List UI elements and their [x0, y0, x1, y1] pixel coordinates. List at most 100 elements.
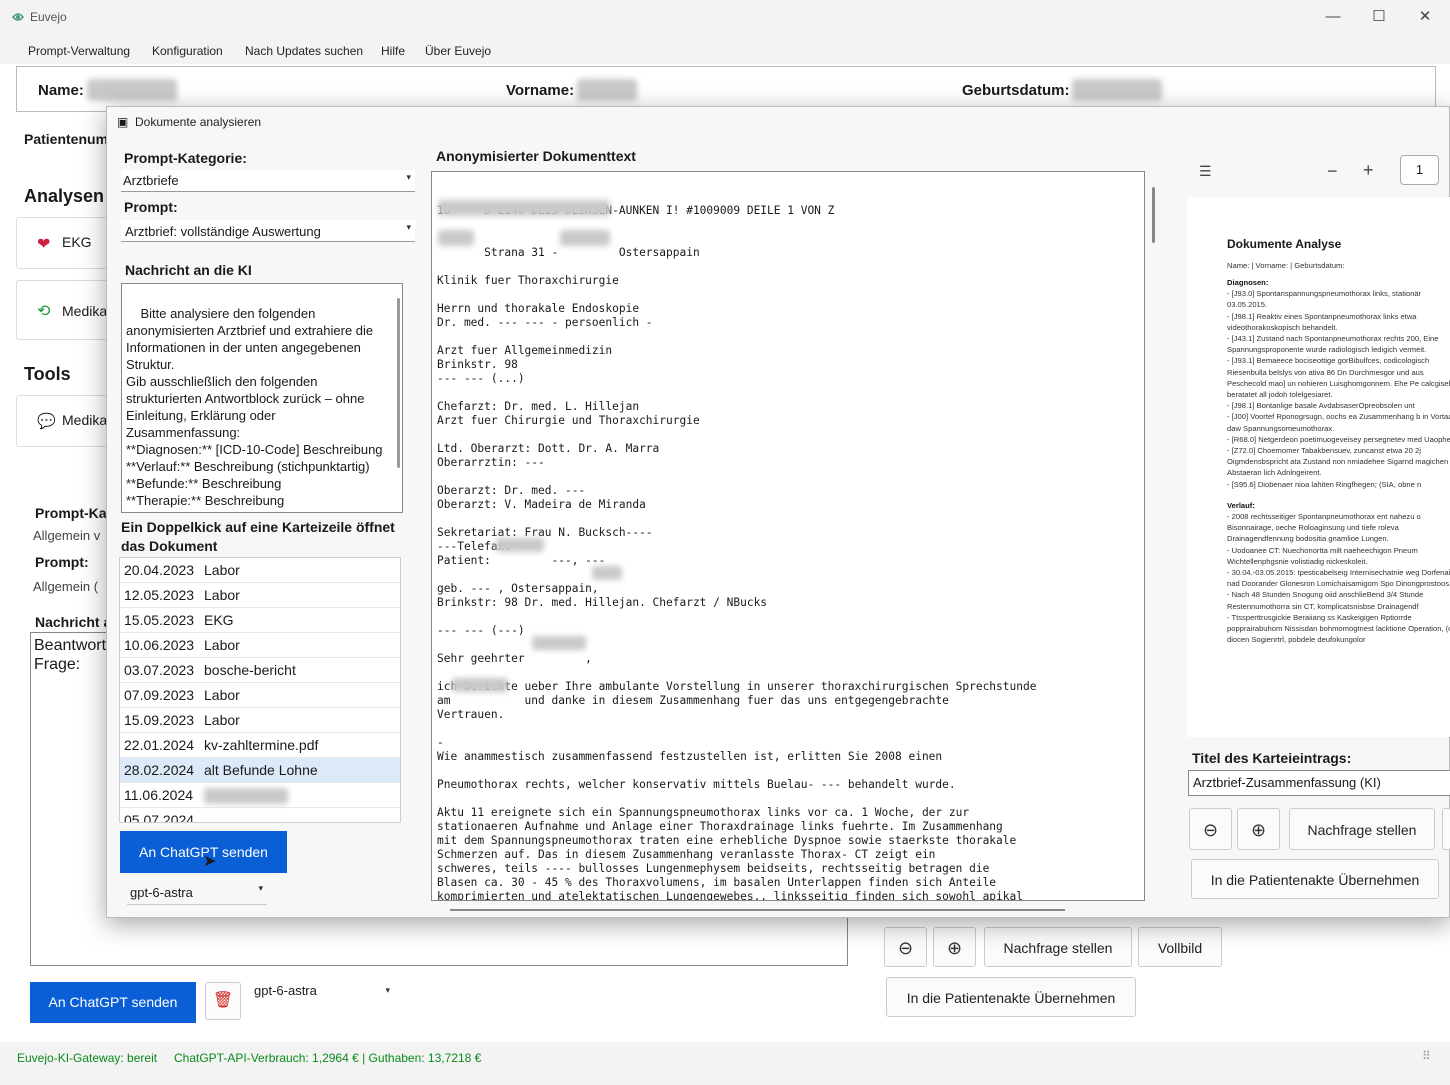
doc-horizontal-scrollbar[interactable] [450, 909, 1065, 911]
doc-vertical-scrollbar[interactable] [1152, 187, 1155, 243]
file-type: Labor [204, 687, 240, 703]
list-item[interactable]: 05.07.2024 [120, 808, 400, 822]
dialog-prompt-value: Arztbrief: vollständige Auswertung [125, 224, 321, 239]
document-text-line: Vertrauen. [437, 708, 505, 721]
document-text-line: Blasen ca. 30 - 45 % des Thoraxvolumens,… [437, 876, 997, 889]
list-item[interactable]: 11.06.2024 [120, 783, 400, 808]
medika-tool-card[interactable]: 💬 Medika [16, 395, 108, 447]
main-model-select[interactable]: gpt-6-astra ▾ [254, 983, 394, 1007]
analysen-heading: Analysen [24, 186, 105, 206]
main-nachricht-label: Nachricht a [35, 614, 112, 630]
main-send-button[interactable]: An ChatGPT senden [30, 982, 196, 1023]
pdf-preview[interactable]: Dokumente Analyse Name: | Vorname: | Geb… [1187, 197, 1450, 737]
dialog-zoom-out-icon[interactable]: ⊖ [1189, 808, 1232, 850]
document-text-line [437, 512, 1139, 526]
list-item[interactable]: 07.09.2023 Labor [120, 683, 400, 708]
menu-prompt-verwaltung[interactable]: Prompt-Verwaltung [28, 44, 130, 58]
dialog-nachfrage-button[interactable]: Nachfrage stellen [1289, 808, 1435, 850]
document-text-line: Ltd. Oberarzt: Dott. Dr. A. Marra [437, 442, 660, 455]
document-text-line: Pneumothorax rechts, welcher konservativ… [437, 778, 956, 791]
document-text-line: Arzt fuer Allgemeinmedizin [437, 344, 613, 357]
document-text-line: ich berichte ueber Ihre ambulante Vorste… [437, 680, 1037, 693]
heart-icon: ❤ [37, 236, 51, 253]
list-item-selected[interactable]: 28.02.2024 alt Befunde Lohne [120, 758, 400, 783]
maximize-button[interactable]: ☐ [1356, 4, 1402, 30]
document-text-line: Brinkstr: 98 Dr. med. Hillejan. Chefarzt… [437, 596, 768, 609]
list-item[interactable]: 22.01.2024 kv-zahltermine.pdf [120, 733, 400, 758]
main-prompt-kategorie-value[interactable]: Allgemein v [33, 528, 100, 543]
redacted-text [560, 230, 610, 246]
pill-icon: ⟲ [37, 303, 51, 320]
medika-card[interactable]: ⟲ Medika [16, 280, 108, 340]
main-prompt-value[interactable]: Allgemein ( [33, 579, 98, 594]
document-text-area[interactable]: 1U --- D EL40 DEIS-DLENSEN-AUNKEN I! #10… [431, 171, 1145, 901]
document-text-line: stationaeren Aufnahme und Anlage einer T… [437, 820, 1003, 833]
main-uebernehmen-button[interactable]: In die Patientenakte Übernehmen [886, 977, 1136, 1017]
dialog-model-value: gpt-6-astra [130, 885, 193, 900]
list-item[interactable]: 15.09.2023 Labor [120, 708, 400, 733]
chat-icon: 💬 [37, 413, 56, 430]
dialog-prompt-label: Prompt: [124, 199, 178, 215]
menu-bar: Prompt-Verwaltung Konfiguration Nach Upd… [0, 40, 1450, 64]
main-prompt-kategorie-label: Prompt-Ka [35, 505, 107, 521]
ekg-card[interactable]: ❤ EKG [16, 217, 108, 269]
app-logo-icon [10, 9, 26, 25]
redacted-text [438, 200, 610, 216]
main-nachfrage-button[interactable]: Nachfrage stellen [984, 927, 1132, 967]
dialog-nachricht-label: Nachricht an die KI [125, 262, 252, 278]
menu-updates[interactable]: Nach Updates suchen [245, 44, 363, 58]
vollbild-button[interactable]: Vollbild [1138, 927, 1222, 967]
list-item[interactable]: 20.04.2023 Labor [120, 558, 400, 583]
file-date: 12.05.2023 [124, 587, 195, 603]
dialog-more-button[interactable] [1442, 808, 1450, 850]
file-type: Labor [204, 712, 240, 728]
document-list[interactable]: 20.04.2023 Labor 12.05.2023 Labor 15.05.20… [119, 557, 401, 823]
dialog-message-textarea[interactable]: Bitte analysiere den folgenden anonymisi… [121, 283, 403, 513]
close-button[interactable]: ✕ [1402, 4, 1448, 30]
zoom-minus-icon[interactable]: − [1327, 161, 1338, 182]
menu-ueber[interactable]: Über Euvejo [425, 44, 491, 58]
file-type: Labor [204, 637, 240, 653]
window-title: Euvejo [30, 10, 67, 24]
dialog-message-text: Bitte analysiere den folgenden anonymisi… [126, 306, 383, 512]
document-text-line: Oberarzt: V. Madeira de Miranda [437, 498, 646, 511]
outline-list-icon[interactable]: ☰ [1199, 163, 1212, 180]
main-zoom-out-icon[interactable]: ⊖ [884, 927, 927, 967]
dialog-prompt-select[interactable]: Arztbrief: vollständige Auswertung ▾ [121, 220, 415, 242]
resize-grip-icon[interactable]: ⠿ [1422, 1049, 1431, 1063]
dialog-prompt-kategorie-select[interactable]: Arztbriefe ▾ [121, 170, 415, 192]
list-item[interactable]: 15.05.2023 EKG [120, 608, 400, 633]
titel-label: Titel des Karteieintrags: [1192, 750, 1352, 766]
document-text-line: Schmerzen auf. Das in diesem Zusammenhan… [437, 848, 936, 861]
list-item[interactable]: 10.06.2023 Labor [120, 633, 400, 658]
menu-hilfe[interactable]: Hilfe [381, 44, 405, 58]
file-date: 07.09.2023 [124, 687, 195, 703]
message-scrollbar[interactable] [397, 298, 400, 468]
doc-text-label: Anonymisierter Dokumenttext [436, 148, 636, 164]
redacted-text [452, 678, 508, 692]
dialog-model-select[interactable]: gpt-6-astra ▾ [127, 881, 267, 905]
file-date: 15.05.2023 [124, 612, 195, 628]
zoom-plus-icon[interactable]: + [1363, 160, 1374, 181]
main-zoom-in-icon[interactable]: ⊕ [933, 927, 976, 967]
list-item[interactable]: 03.07.2023 bosche-bericht [120, 658, 400, 683]
preview-body: Diagnosen: - [J93.0] Spontanspannungspne… [1227, 277, 1450, 727]
document-text-line [437, 260, 1139, 274]
document-text-line [437, 218, 1139, 232]
minimize-button[interactable]: — [1310, 4, 1356, 30]
document-text-line: Dr. med. --- --- - persoenlich - [437, 316, 653, 329]
dialog-zoom-in-icon[interactable]: ⊕ [1237, 808, 1280, 850]
status-bar: Euvejo-KI-Gateway: bereit ChatGPT-API-Ve… [0, 1043, 1450, 1073]
titel-input[interactable]: Arztbrief-Zusammenfassung (KI) [1188, 770, 1450, 796]
list-item[interactable]: 12.05.2023 Labor [120, 583, 400, 608]
dialog-window-icon: ▣ [117, 115, 129, 129]
delete-icon[interactable]: 🗑 [205, 982, 241, 1020]
document-text-line: --- --- (...) [437, 372, 525, 385]
dialog-uebernehmen-button[interactable]: In die Patientenakte Übernehmen [1191, 859, 1439, 899]
file-type: alt Befunde Lohne [204, 762, 318, 778]
menu-konfiguration[interactable]: Konfiguration [152, 44, 223, 58]
page-number-field[interactable]: 1 [1400, 155, 1439, 185]
file-date: 22.01.2024 [124, 737, 195, 753]
main-prompt-label: Prompt: [35, 554, 89, 570]
document-text-line [437, 610, 1139, 624]
